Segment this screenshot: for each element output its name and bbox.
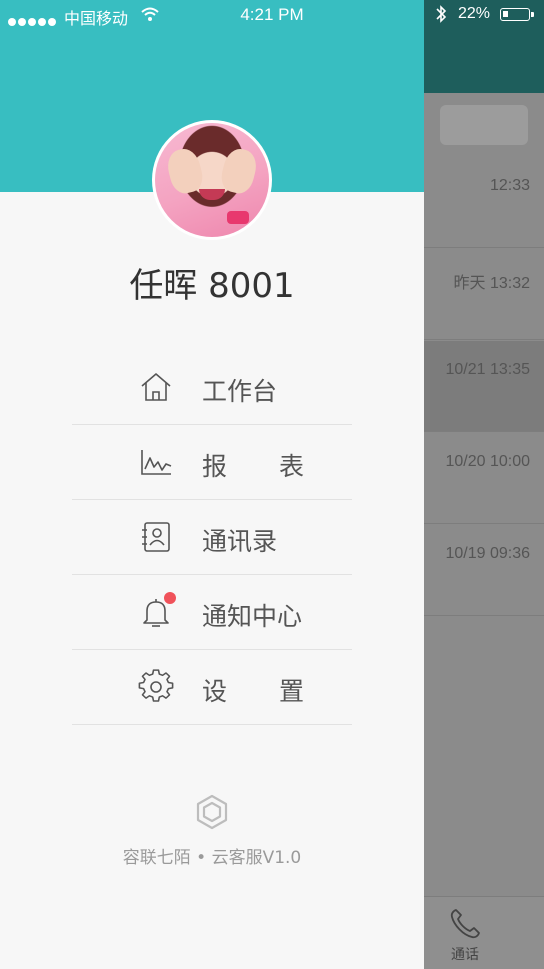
tab-calls-label[interactable]: 通话 [447, 944, 483, 964]
status-bar: 中国移动 4:21 PM 22% [0, 0, 544, 30]
drawer-menu: 工作台 报 表 通讯录 通知中心 设 置 [72, 350, 352, 725]
background-search-bar[interactable] [440, 105, 528, 145]
side-drawer: 任晖 8001 工作台 报 表 通讯录 通知中心 设 置 容联七陌 • 云客服V… [0, 0, 424, 969]
bluetooth-icon [436, 5, 447, 23]
conversation-time: 10/20 10:00 [445, 453, 530, 470]
phone-icon[interactable] [447, 906, 483, 942]
gear-icon [138, 669, 174, 702]
menu-item-label: 设 置 [202, 677, 326, 706]
avatar[interactable] [152, 120, 272, 240]
menu-item-label: 工作台 [202, 377, 278, 406]
menu-item-reports[interactable]: 报 表 [72, 425, 352, 500]
battery-icon [500, 8, 534, 21]
user-name: 任晖 8001 [129, 266, 295, 306]
menu-item-label: 通知中心 [202, 602, 303, 631]
menu-item-notifications[interactable]: 通知中心 [72, 575, 352, 650]
menu-item-contacts[interactable]: 通讯录 [72, 500, 352, 575]
menu-item-label: 通讯录 [202, 527, 278, 556]
conversation-row[interactable]: 10/21 13:35 [424, 341, 544, 432]
chart-icon [141, 450, 172, 475]
app-logo-icon [196, 794, 228, 830]
background-tab-bar [424, 896, 544, 969]
battery-percentage: 22% [458, 5, 491, 22]
menu-item-label: 报 表 [202, 452, 326, 481]
notification-badge [164, 592, 176, 604]
conversation-time: 12:33 [489, 177, 530, 194]
conversation-time: 10/19 09:36 [445, 545, 530, 562]
contacts-icon [142, 522, 170, 552]
avatar-image [155, 123, 269, 237]
conversation-time: 10/21 13:35 [445, 361, 530, 378]
app-version-text: 容联七陌 • 云客服V1.0 [122, 848, 302, 868]
app-frame: 12:33 昨天 13:32 10/21 13:35 10/20 10:00 1… [0, 0, 544, 969]
conversation-row[interactable]: 10/20 10:00 [424, 433, 544, 524]
home-icon [141, 373, 171, 401]
conversation-row[interactable]: 12:33 [424, 157, 544, 248]
menu-item-workbench[interactable]: 工作台 [72, 350, 352, 425]
conversation-time: 昨天 13:32 [453, 275, 531, 292]
menu-item-settings[interactable]: 设 置 [72, 650, 352, 725]
conversation-row[interactable]: 昨天 13:32 [424, 249, 544, 340]
conversation-row[interactable]: 10/19 09:36 [424, 525, 544, 616]
